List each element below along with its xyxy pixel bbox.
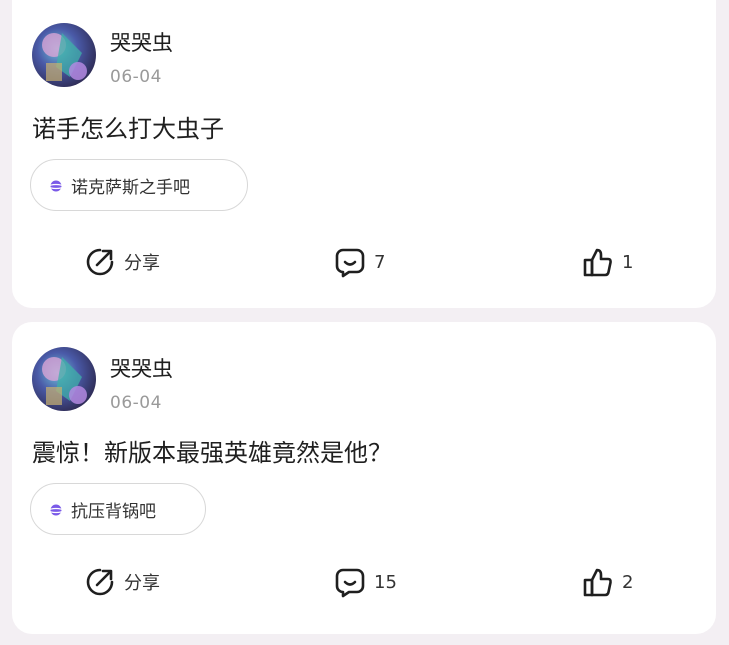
share-label: 分享 [124, 573, 160, 594]
share-label: 分享 [124, 253, 160, 274]
like-button[interactable]: 2 [582, 566, 633, 598]
thumbs-up-icon [582, 246, 622, 278]
post-date: 06-04 [110, 393, 162, 413]
author-name[interactable]: 哭哭虫 [110, 353, 173, 383]
avatar[interactable] [32, 347, 96, 411]
comment-icon [334, 566, 374, 598]
forum-tag-label: 抗压背锅吧 [71, 501, 156, 522]
post-text[interactable]: 诺手怎么打大虫子 [32, 109, 224, 144]
forum-tag[interactable]: 抗压背锅吧 [30, 483, 206, 535]
planet-icon [48, 178, 64, 192]
comment-icon [334, 246, 374, 278]
comment-button[interactable]: 7 [334, 246, 385, 278]
share-button[interactable]: 分享 [84, 246, 160, 278]
like-count: 2 [622, 571, 634, 593]
share-button[interactable]: 分享 [84, 566, 160, 598]
comment-button[interactable]: 15 [334, 566, 397, 598]
forum-tag[interactable]: 诺克萨斯之手吧 [30, 159, 248, 211]
like-button[interactable]: 1 [582, 246, 633, 278]
post-card[interactable]: 哭哭虫 06-04 震惊！新版本最强英雄竟然是他？ 抗压背锅吧 分享 15 2 [12, 322, 716, 634]
like-count: 1 [622, 251, 634, 273]
author-name[interactable]: 哭哭虫 [110, 27, 173, 57]
share-icon [84, 246, 124, 278]
planet-icon [48, 502, 64, 516]
avatar[interactable] [32, 23, 96, 87]
share-icon [84, 566, 124, 598]
comment-count: 7 [374, 251, 386, 273]
forum-tag-label: 诺克萨斯之手吧 [71, 177, 190, 198]
post-text[interactable]: 震惊！新版本最强英雄竟然是他？ [32, 433, 392, 468]
thumbs-up-icon [582, 566, 622, 598]
comment-count: 15 [374, 571, 397, 593]
post-card[interactable]: 哭哭虫 06-04 诺手怎么打大虫子 诺克萨斯之手吧 分享 7 1 [12, 0, 716, 308]
post-date: 06-04 [110, 67, 162, 87]
